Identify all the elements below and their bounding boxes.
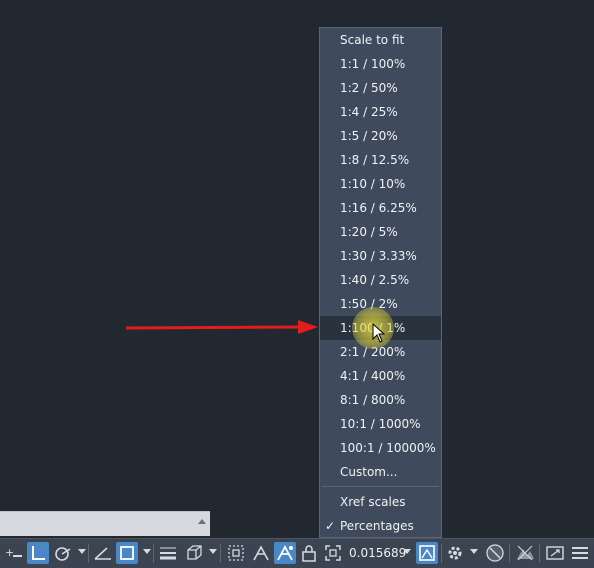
ortho-mode-button[interactable] <box>27 542 49 564</box>
command-history-caret-icon[interactable] <box>198 519 206 524</box>
menu-item-1-4[interactable]: 1:4 / 25% <box>320 100 441 124</box>
divider <box>509 544 510 563</box>
settings-dropdown-caret-icon[interactable] <box>470 549 478 554</box>
divider <box>220 544 221 563</box>
menu-item-1-40[interactable]: 1:40 / 2.5% <box>320 268 441 292</box>
add-scale-icon[interactable]: + <box>3 542 25 564</box>
menu-item-1-10[interactable]: 1:10 / 10% <box>320 172 441 196</box>
menu-item-8-1[interactable]: 8:1 / 800% <box>320 388 441 412</box>
selection-filter-icon[interactable] <box>225 542 247 564</box>
fullscreen-icon[interactable] <box>544 542 566 564</box>
isometric-drafting-icon[interactable] <box>92 542 114 564</box>
polar-dropdown-caret-icon[interactable] <box>78 549 86 554</box>
menu-item-custom[interactable]: Custom... <box>320 460 441 484</box>
svg-text:+: + <box>5 546 14 559</box>
status-bar: + 0.015689 <box>0 538 594 568</box>
menu-item-4-1[interactable]: 4:1 / 400% <box>320 364 441 388</box>
selection-cycling-icon[interactable] <box>183 542 205 564</box>
customization-menu-icon[interactable] <box>569 542 591 564</box>
isolate-objects-icon[interactable] <box>484 542 506 564</box>
annotation-autoscale-button[interactable] <box>274 542 296 564</box>
selection-dropdown-caret-icon[interactable] <box>209 549 217 554</box>
viewport-scale-value[interactable]: 0.015689 <box>349 546 406 560</box>
menu-item-percentages[interactable]: ✓ Percentages <box>320 514 441 538</box>
divider <box>441 544 442 563</box>
annotation-arrow <box>125 320 318 334</box>
menu-item-1-2[interactable]: 1:2 / 50% <box>320 76 441 100</box>
annotation-scale-menu: Scale to fit 1:1 / 100% 1:2 / 50% 1:4 / … <box>319 27 442 538</box>
menu-item-1-16[interactable]: 1:16 / 6.25% <box>320 196 441 220</box>
menu-item-1-20[interactable]: 1:20 / 5% <box>320 220 441 244</box>
polar-tracking-icon[interactable] <box>52 542 74 564</box>
object-snap-button[interactable] <box>116 542 138 564</box>
menu-item-10-1[interactable]: 10:1 / 1000% <box>320 412 441 436</box>
divider <box>153 544 154 563</box>
menu-item-100-1[interactable]: 100:1 / 10000% <box>320 436 441 460</box>
menu-item-xref-scales[interactable]: Xref scales <box>320 490 441 514</box>
divider <box>88 544 89 563</box>
mouse-pointer-icon <box>372 323 386 343</box>
divider <box>539 544 540 563</box>
hardware-acceleration-icon[interactable] <box>514 542 536 564</box>
menu-item-1-30[interactable]: 1:30 / 3.33% <box>320 244 441 268</box>
menu-separator <box>322 486 439 487</box>
osnap-dropdown-caret-icon[interactable] <box>143 549 151 554</box>
menu-item-1-8[interactable]: 1:8 / 12.5% <box>320 148 441 172</box>
annotation-visibility-icon[interactable] <box>250 542 272 564</box>
menu-item-scale-to-fit[interactable]: Scale to fit <box>320 28 441 52</box>
percentages-label: Percentages <box>340 519 414 533</box>
lock-icon[interactable] <box>298 542 320 564</box>
command-line[interactable] <box>0 511 210 536</box>
scale-to-fit-button[interactable] <box>416 542 438 564</box>
menu-item-1-1[interactable]: 1:1 / 100% <box>320 52 441 76</box>
lineweight-icon[interactable] <box>157 542 179 564</box>
viewport-scale-dropdown-caret-icon[interactable] <box>403 549 411 554</box>
checkmark-icon: ✓ <box>325 519 336 533</box>
viewport-scale-icon[interactable] <box>322 542 344 564</box>
menu-item-1-5[interactable]: 1:5 / 20% <box>320 124 441 148</box>
gear-icon[interactable] <box>444 542 466 564</box>
